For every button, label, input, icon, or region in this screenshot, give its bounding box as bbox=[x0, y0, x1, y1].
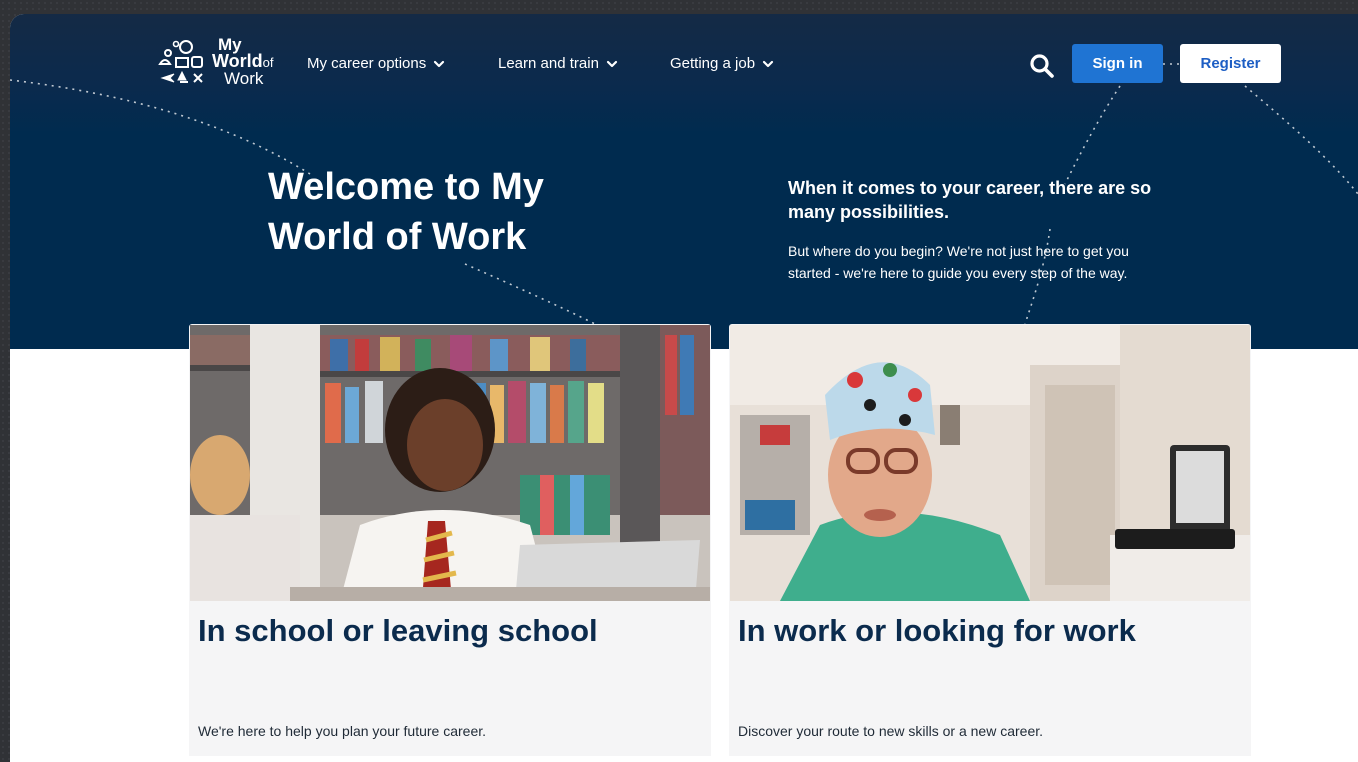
logo-text-work: Work bbox=[224, 69, 264, 88]
chevron-down-icon bbox=[762, 60, 774, 68]
nav-label: Getting a job bbox=[670, 55, 756, 72]
nav-my-career-options[interactable]: My career options bbox=[307, 54, 445, 74]
page-title: Welcome to My World of Work bbox=[268, 166, 544, 258]
card-in-work[interactable]: In work or looking for work Discover you… bbox=[729, 324, 1251, 756]
card-in-school[interactable]: In school or leaving school We're here t… bbox=[189, 324, 711, 756]
card-title: In school or leaving school bbox=[198, 613, 598, 648]
logo-icon bbox=[158, 40, 203, 83]
card-description: We're here to help you plan your future … bbox=[198, 723, 487, 739]
chevron-down-icon bbox=[606, 60, 618, 68]
hero-body-text: But where do you begin? We're not just h… bbox=[788, 243, 1129, 281]
site-header: My Worldof Work My career options Learn … bbox=[10, 14, 1358, 114]
nav-label: Learn and train bbox=[498, 55, 599, 72]
hero-lead-text: When it comes to your career, there are … bbox=[788, 178, 1152, 222]
nav-getting-a-job[interactable]: Getting a job bbox=[670, 54, 774, 74]
card-title: In work or looking for work bbox=[738, 613, 1136, 648]
page-viewport: My Worldof Work My career options Learn … bbox=[10, 14, 1358, 762]
logo-text-of: of bbox=[262, 55, 274, 70]
logo-text-world-main: World bbox=[212, 51, 263, 71]
search-icon[interactable] bbox=[1028, 52, 1056, 80]
chevron-down-icon bbox=[434, 60, 445, 68]
sign-in-button[interactable]: Sign in bbox=[1072, 44, 1163, 83]
site-logo[interactable]: My Worldof Work bbox=[156, 34, 288, 94]
nav-learn-and-train[interactable]: Learn and train bbox=[498, 54, 618, 74]
card-image-nurse bbox=[730, 325, 1250, 601]
card-image-student bbox=[190, 325, 710, 601]
register-button[interactable]: Register bbox=[1180, 44, 1281, 83]
card-description: Discover your route to new skills or a n… bbox=[738, 723, 1044, 739]
nav-label: My career options bbox=[307, 55, 427, 72]
